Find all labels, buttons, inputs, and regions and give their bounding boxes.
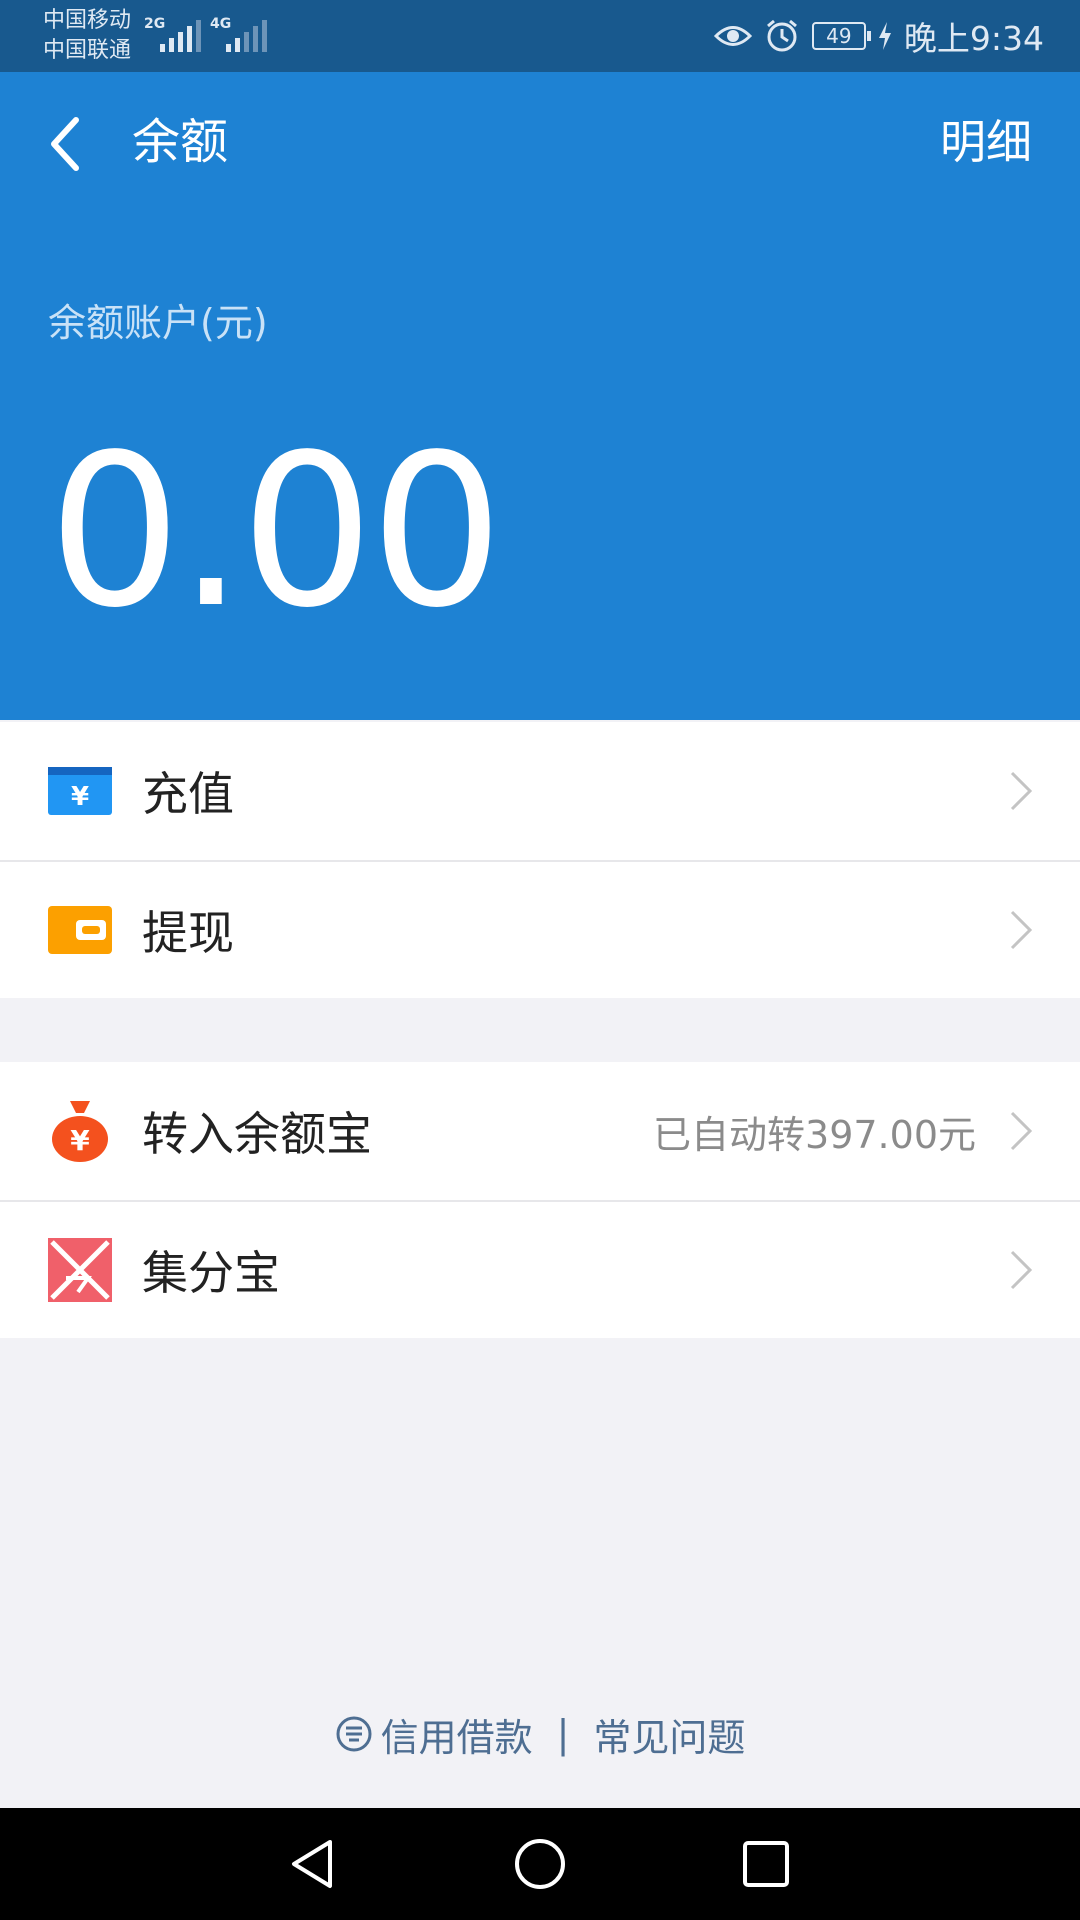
- battery-icon: 49: [811, 22, 871, 50]
- menu-group-1: ¥ 充值 提现: [0, 722, 1080, 998]
- balance-amount: 0.00: [48, 409, 504, 654]
- back-arrow-icon[interactable]: [42, 114, 90, 174]
- wallet-icon: [48, 906, 112, 954]
- svg-text:¥: ¥: [71, 782, 89, 812]
- money-bag-icon: ¥: [52, 1101, 108, 1162]
- back-nav-icon[interactable]: [286, 1836, 342, 1892]
- recharge-card-icon: ¥: [48, 767, 112, 815]
- status-bar: 中国移动 中国联通 2G 4G 49 晚上9:34: [0, 0, 1080, 72]
- withdraw-row[interactable]: 提现: [0, 860, 1080, 998]
- yuebao-label: 转入余额宝: [142, 1107, 372, 1161]
- signal-icon: [160, 18, 201, 52]
- jifenbao-icon: [48, 1238, 112, 1302]
- credit-loan-link[interactable]: 信用借款: [335, 1707, 533, 1762]
- credit-loan-icon: [336, 1716, 372, 1752]
- status-icons: 49 晚上9:34: [713, 14, 1044, 58]
- carrier-1: 中国移动: [43, 8, 132, 33]
- recharge-row[interactable]: ¥ 充值: [0, 722, 1080, 860]
- screen: 中国移动 中国联通 2G 4G 49 晚上9:34 余额 明细 余额账户(元) …: [0, 0, 1080, 1920]
- chevron-right-icon: [1010, 1250, 1033, 1290]
- menu-group-2: ¥ 转入余额宝 已自动转397.00元 集分宝: [0, 1062, 1080, 1338]
- credit-loan-label: 信用借款: [380, 1715, 533, 1760]
- chevron-right-icon: [1010, 1111, 1033, 1151]
- svg-text:¥: ¥: [70, 1124, 90, 1157]
- footer-separator: |: [556, 1712, 570, 1756]
- chevron-right-icon: [1010, 771, 1033, 811]
- carrier-2: 中国联通: [43, 38, 132, 63]
- signal-icon: [226, 18, 267, 52]
- recharge-label: 充值: [142, 767, 234, 821]
- alarm-icon: [766, 19, 797, 52]
- home-nav-icon[interactable]: [512, 1836, 568, 1892]
- chevron-right-icon: [1010, 910, 1033, 950]
- auto-transfer-value: 已自动转397.00元: [653, 1112, 976, 1157]
- balance-header: 余额 明细 余额账户(元) 0.00: [0, 72, 1080, 720]
- recents-nav-icon[interactable]: [738, 1836, 794, 1892]
- footer-links: 信用借款 | 常见问题: [0, 1704, 1080, 1764]
- clock: 晚上9:34: [903, 19, 1044, 58]
- eye-icon: [713, 26, 752, 46]
- system-nav-bar: [0, 1808, 1080, 1920]
- jifenbao-row[interactable]: 集分宝: [0, 1200, 1080, 1338]
- detail-button[interactable]: 明细: [940, 110, 1032, 174]
- account-label: 余额账户(元): [48, 301, 268, 345]
- carrier-names: 中国移动 中国联通: [43, 6, 131, 66]
- page-title: 余额: [132, 114, 229, 170]
- faq-link[interactable]: 常见问题: [593, 1707, 745, 1762]
- yuebao-row[interactable]: ¥ 转入余额宝 已自动转397.00元: [0, 1062, 1080, 1200]
- charging-icon: [878, 22, 891, 50]
- jifenbao-label: 集分宝: [142, 1246, 280, 1300]
- withdraw-label: 提现: [142, 906, 234, 960]
